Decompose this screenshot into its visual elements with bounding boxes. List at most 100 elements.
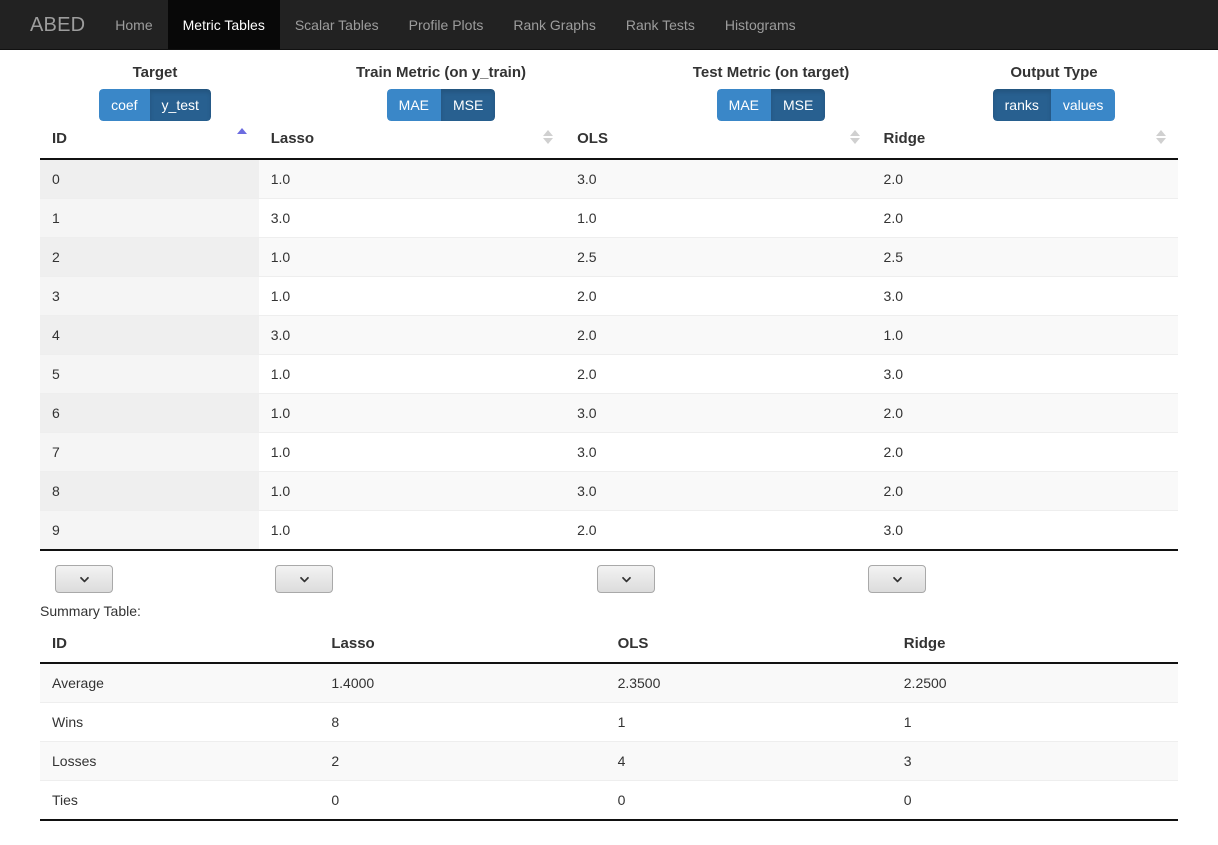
control-group-target: Target coef y_test xyxy=(56,64,254,121)
nav-item-rank-graphs[interactable]: Rank Graphs xyxy=(498,0,610,49)
cell-ols: 2.0 xyxy=(565,315,872,355)
nav-item-rank-tests[interactable]: Rank Tests xyxy=(611,0,710,49)
summary-table: ID Lasso OLS Ridge Average 1.4000 2.3500 2.… xyxy=(40,627,1178,821)
control-group-test-metric: Test Metric (on target) MAE MSE xyxy=(672,64,870,121)
cell-lasso: 1.0 xyxy=(258,276,566,316)
summary-cell-ridge: 1 xyxy=(891,702,1178,742)
button-group-output-type: ranks values xyxy=(992,89,1116,121)
cell-lasso: 1.0 xyxy=(258,432,566,472)
summary-cell-id: Wins xyxy=(40,702,320,742)
cell-lasso: 1.0 xyxy=(258,237,566,277)
chevron-down-icon xyxy=(79,576,89,582)
cell-ridge: 3.0 xyxy=(871,510,1178,551)
summary-cell-id: Losses xyxy=(40,741,320,781)
cell-ridge: 2.0 xyxy=(871,432,1178,472)
summary-table-caption: Summary Table: xyxy=(40,603,141,619)
summary-table-head: ID Lasso OLS Ridge xyxy=(40,627,1178,664)
filter-select-ridge[interactable] xyxy=(868,565,926,593)
sort-ascending-icon xyxy=(236,128,247,142)
summary-cell-id: Average xyxy=(40,663,320,703)
sort-none-icon xyxy=(1156,130,1166,144)
cell-ridge: 2.0 xyxy=(871,159,1178,199)
filter-select-ols[interactable] xyxy=(597,565,655,593)
chevron-down-icon xyxy=(892,576,902,582)
cell-ridge: 3.0 xyxy=(871,276,1178,316)
summary-cell-ols: 2.3500 xyxy=(605,663,892,703)
column-header-id[interactable]: ID xyxy=(40,120,259,160)
control-group-train-metric: Train Metric (on y_train) MAE MSE xyxy=(342,64,540,121)
summary-cell-ols: 1 xyxy=(605,702,892,742)
column-header-lasso-label: Lasso xyxy=(270,130,315,147)
target-option-y-test[interactable]: y_test xyxy=(149,89,211,121)
table-row: 6 1.0 3.0 2.0 xyxy=(40,393,1178,433)
output-type-option-ranks[interactable]: ranks xyxy=(992,89,1051,121)
cell-ols: 1.0 xyxy=(565,198,872,238)
column-header-ols[interactable]: OLS xyxy=(565,120,872,160)
table-row: 9 1.0 2.0 3.0 xyxy=(40,510,1178,551)
table-row: 1 3.0 1.0 2.0 xyxy=(40,198,1178,238)
cell-id: 2 xyxy=(40,237,259,277)
summary-cell-ridge: 2.2500 xyxy=(891,663,1178,703)
cell-lasso: 1.0 xyxy=(258,159,566,199)
cell-ols: 3.0 xyxy=(565,471,872,511)
button-group-test-metric: MAE MSE xyxy=(716,89,826,121)
filter-select-id[interactable] xyxy=(55,565,113,593)
output-type-option-values[interactable]: values xyxy=(1050,89,1116,121)
cell-ols: 2.0 xyxy=(565,510,872,551)
cell-ols: 3.0 xyxy=(565,393,872,433)
main-content: ID Lasso OLS Ridge 0 1.0 3.0 2.0 1 3.0 1.0 2.0 2… xyxy=(0,120,1218,821)
train-metric-option-mae[interactable]: MAE xyxy=(386,89,441,121)
cell-id: 0 xyxy=(40,159,259,199)
chevron-down-icon xyxy=(621,576,631,582)
summary-cell-id: Ties xyxy=(40,780,320,821)
cell-id: 7 xyxy=(40,432,259,472)
brand-logo[interactable]: ABED xyxy=(0,0,100,49)
table-row: 7 1.0 3.0 2.0 xyxy=(40,432,1178,472)
table-row: 3 1.0 2.0 3.0 xyxy=(40,276,1178,316)
nav-item-histograms[interactable]: Histograms xyxy=(710,0,811,49)
column-header-lasso[interactable]: Lasso xyxy=(258,120,566,160)
test-metric-option-mse[interactable]: MSE xyxy=(771,89,826,121)
controls-bar: Target coef y_test Train Metric (on y_tr… xyxy=(0,50,1218,121)
nav-item-profile-plots[interactable]: Profile Plots xyxy=(394,0,499,49)
nav-items: Home Metric Tables Scalar Tables Profile… xyxy=(100,0,810,49)
cell-id: 6 xyxy=(40,393,259,433)
target-option-coef[interactable]: coef xyxy=(99,89,150,121)
nav-item-scalar-tables[interactable]: Scalar Tables xyxy=(280,0,394,49)
metric-table: ID Lasso OLS Ridge 0 1.0 3.0 2.0 1 3.0 1.0 2.0 2… xyxy=(40,120,1178,551)
metric-table-body: 0 1.0 3.0 2.0 1 3.0 1.0 2.0 2 1.0 2.5 2.5 3 1.0 2.0 3.0… xyxy=(40,159,1178,551)
column-header-ols-label: OLS xyxy=(577,130,608,147)
cell-id: 9 xyxy=(40,510,259,551)
summary-column-header-ridge: Ridge xyxy=(891,627,1178,664)
summary-table-body: Average 1.4000 2.3500 2.2500 Wins 8 1 1 Losses 2 4… xyxy=(40,663,1178,821)
cell-ridge: 2.0 xyxy=(871,198,1178,238)
cell-lasso: 1.0 xyxy=(258,510,566,551)
cell-ols: 2.5 xyxy=(565,237,872,277)
summary-cell-lasso: 0 xyxy=(319,780,606,821)
metric-table-head: ID Lasso OLS Ridge xyxy=(40,120,1178,160)
table-row: 0 1.0 3.0 2.0 xyxy=(40,159,1178,199)
sort-none-icon xyxy=(543,130,554,144)
filter-select-lasso[interactable] xyxy=(275,565,333,593)
cell-lasso: 1.0 xyxy=(258,471,566,511)
cell-lasso: 3.0 xyxy=(258,198,566,238)
summary-table-row: Ties 0 0 0 xyxy=(40,780,1178,821)
summary-column-header-ols: OLS xyxy=(605,627,892,664)
filter-row xyxy=(40,559,1178,603)
table-row: 2 1.0 2.5 2.5 xyxy=(40,237,1178,277)
test-metric-option-mae[interactable]: MAE xyxy=(716,89,771,121)
control-label-train-metric: Train Metric (on y_train) xyxy=(355,64,527,81)
summary-column-header-lasso: Lasso xyxy=(319,627,606,664)
train-metric-option-mse[interactable]: MSE xyxy=(441,89,496,121)
nav-item-metric-tables[interactable]: Metric Tables xyxy=(167,0,280,49)
summary-cell-lasso: 8 xyxy=(319,702,606,742)
summary-cell-ols: 4 xyxy=(605,741,892,781)
summary-table-row: Average 1.4000 2.3500 2.2500 xyxy=(40,663,1178,703)
cell-ridge: 3.0 xyxy=(871,354,1178,394)
button-group-train-metric: MAE MSE xyxy=(386,89,496,121)
nav-item-home[interactable]: Home xyxy=(100,0,167,49)
control-label-output-type: Output Type xyxy=(1010,64,1098,81)
cell-ols: 3.0 xyxy=(565,432,872,472)
table-row: 5 1.0 2.0 3.0 xyxy=(40,354,1178,394)
column-header-ridge[interactable]: Ridge xyxy=(871,120,1178,160)
